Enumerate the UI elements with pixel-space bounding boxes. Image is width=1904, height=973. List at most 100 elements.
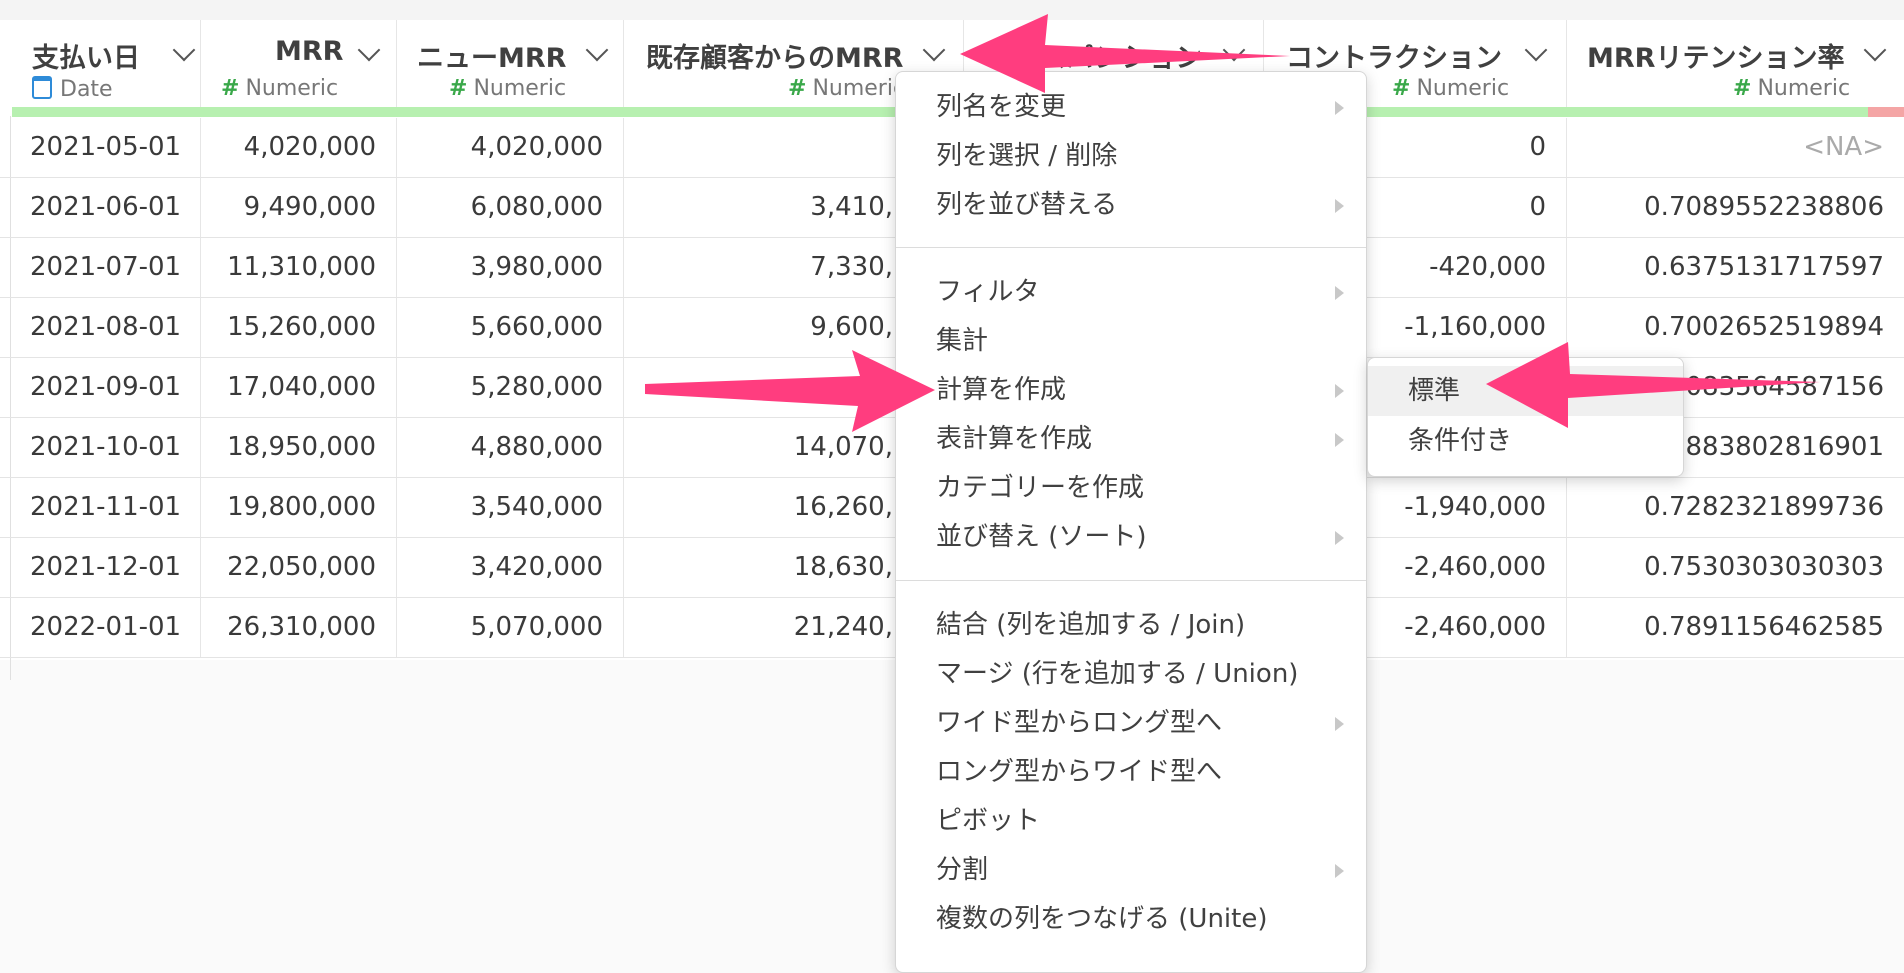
- menu-item-filter[interactable]: フィルタ: [896, 268, 1366, 317]
- menu-item-union[interactable]: マージ (行を追加する / Union): [896, 650, 1366, 699]
- column-type: #Numeric: [788, 76, 905, 101]
- menu-item-summarize[interactable]: 集計: [896, 317, 1366, 366]
- cell-mrr[interactable]: 4,020,000: [201, 118, 397, 177]
- cell-date[interactable]: 2021-06-01: [10, 178, 201, 237]
- column-name: エクスパンション: [986, 43, 1203, 74]
- column-type-label: Numeric: [1757, 76, 1851, 101]
- submenu-item-standard[interactable]: 標準: [1368, 366, 1683, 416]
- menu-item-pivot[interactable]: ピボット: [896, 797, 1366, 846]
- cell-new-mrr[interactable]: 4,880,000: [397, 418, 624, 477]
- menu-item-label: 列を並び替える: [936, 190, 1118, 220]
- column-header-new-mrr[interactable]: ニューMRR # Numeric: [397, 20, 624, 116]
- cell-new-mrr[interactable]: 6,080,000: [397, 178, 624, 237]
- column-type: #Numeric: [1733, 76, 1850, 101]
- chevron-down-icon[interactable]: [1222, 38, 1246, 62]
- submenu-arrow-icon: [1335, 717, 1344, 731]
- submenu-item-label: 条件付き: [1408, 426, 1513, 456]
- menu-item-create-calculation[interactable]: 計算を作成: [896, 366, 1366, 415]
- chevron-down-icon[interactable]: [357, 38, 381, 62]
- menu-item-long-to-wide[interactable]: ロング型からワイド型へ: [896, 748, 1366, 797]
- menu-item-label: 計算を作成: [936, 375, 1067, 405]
- cell-retention[interactable]: 0.7002652519894: [1567, 298, 1904, 357]
- cell-new-mrr[interactable]: 5,280,000: [397, 358, 624, 417]
- cell-new-mrr[interactable]: 4,020,000: [397, 118, 624, 177]
- cell-date[interactable]: 2021-05-01: [10, 118, 201, 177]
- menu-item-label: マージ (行を追加する / Union): [936, 659, 1299, 689]
- cell-mrr[interactable]: 15,260,000: [201, 298, 397, 357]
- cell-date[interactable]: 2022-01-01: [10, 598, 201, 657]
- menu-item-reorder-columns[interactable]: 列を並び替える: [896, 181, 1366, 230]
- menu-item-rename-column[interactable]: 列名を変更: [896, 83, 1366, 132]
- cell-new-mrr[interactable]: 3,420,000: [397, 538, 624, 597]
- chevron-down-icon[interactable]: [1524, 38, 1548, 62]
- submenu-arrow-icon: [1335, 433, 1344, 447]
- menu-item-label: 表計算を作成: [936, 424, 1093, 454]
- column-header-payment-date[interactable]: 支払い日 Date: [10, 20, 201, 116]
- cell-mrr[interactable]: 22,050,000: [201, 538, 397, 597]
- column-type: Date: [32, 76, 113, 102]
- column-type: #Numeric: [1392, 76, 1509, 101]
- column-name: MRR: [275, 36, 344, 67]
- cell-date[interactable]: 2021-08-01: [10, 298, 201, 357]
- cell-mrr[interactable]: 18,950,000: [201, 418, 397, 477]
- menu-item-label: 並び替え (ソート): [936, 522, 1147, 552]
- menu-item-join[interactable]: 結合 (列を追加する / Join): [896, 601, 1366, 650]
- menu-item-create-table-calculation[interactable]: 表計算を作成: [896, 415, 1366, 464]
- cell-retention[interactable]: 0.7891156462585: [1567, 598, 1904, 657]
- menu-item-separate[interactable]: 分割: [896, 846, 1366, 895]
- cell-date[interactable]: 2021-10-01: [10, 418, 201, 477]
- cell-retention[interactable]: 0.6375131717597: [1567, 238, 1904, 297]
- calendar-icon: [32, 76, 52, 99]
- menu-item-label: カテゴリーを作成: [936, 473, 1145, 503]
- cell-new-mrr[interactable]: 5,070,000: [397, 598, 624, 657]
- cell-mrr[interactable]: 19,800,000: [201, 478, 397, 537]
- menu-item-create-category[interactable]: カテゴリーを作成: [896, 464, 1366, 513]
- menu-item-unite[interactable]: 複数の列をつなげる (Unite): [896, 895, 1366, 944]
- cell-new-mrr[interactable]: 5,660,000: [397, 298, 624, 357]
- cell-date[interactable]: 2021-11-01: [10, 478, 201, 537]
- hash-icon: #: [221, 76, 240, 101]
- menu-item-select-delete-columns[interactable]: 列を選択 / 削除: [896, 132, 1366, 181]
- column-name: MRRリテンション率: [1587, 43, 1845, 74]
- menu-item-wide-to-long[interactable]: ワイド型からロング型へ: [896, 699, 1366, 748]
- menu-item-label: フィルタ: [936, 277, 1040, 307]
- column-name: コントラクション: [1286, 43, 1502, 74]
- chevron-down-icon[interactable]: [585, 38, 609, 62]
- cell-retention[interactable]: <NA>: [1567, 118, 1904, 177]
- menu-item-label: 結合 (列を追加する / Join): [936, 610, 1246, 640]
- cell-mrr[interactable]: 9,490,000: [201, 178, 397, 237]
- chevron-down-icon[interactable]: [1863, 38, 1887, 62]
- cell-retention[interactable]: 0.7282321899736: [1567, 478, 1904, 537]
- cell-mrr[interactable]: 11,310,000: [201, 238, 397, 297]
- column-type-label: Numeric: [1416, 76, 1510, 101]
- cell-mrr[interactable]: 17,040,000: [201, 358, 397, 417]
- menu-item-label: ピボット: [936, 806, 1041, 836]
- cell-retention[interactable]: 0.7530303030303: [1567, 538, 1904, 597]
- cell-date[interactable]: 2021-12-01: [10, 538, 201, 597]
- menu-separator: [896, 247, 1366, 248]
- cell-date[interactable]: 2021-09-01: [10, 358, 201, 417]
- column-name: 支払い日: [32, 43, 140, 74]
- submenu-arrow-icon: [1335, 531, 1344, 545]
- column-name: 既存顧客からのMRR: [646, 43, 904, 74]
- cell-mrr[interactable]: 26,310,000: [201, 598, 397, 657]
- column-type-label: Date: [60, 77, 113, 102]
- cell-new-mrr[interactable]: 3,540,000: [397, 478, 624, 537]
- cell-retention[interactable]: 0.7089552238806: [1567, 178, 1904, 237]
- submenu-item-conditional[interactable]: 条件付き: [1368, 416, 1683, 466]
- menu-item-label: 列名を変更: [936, 92, 1067, 122]
- chevron-down-icon[interactable]: [172, 38, 196, 62]
- column-header-retention[interactable]: MRRリテンション率 # Numeric: [1567, 20, 1904, 116]
- column-header-mrr[interactable]: MRR # Numeric: [201, 20, 397, 116]
- menu-item-label: 集計: [936, 326, 989, 356]
- cell-date[interactable]: 2021-07-01: [10, 238, 201, 297]
- submenu-arrow-icon: [1335, 864, 1344, 878]
- hash-icon: #: [788, 76, 807, 101]
- column-type-label: Numeric: [245, 76, 339, 101]
- cell-new-mrr[interactable]: 3,980,000: [397, 238, 624, 297]
- menu-item-label: ロング型からワイド型へ: [936, 757, 1223, 787]
- menu-item-sort[interactable]: 並び替え (ソート): [896, 513, 1366, 562]
- hash-icon: #: [1392, 76, 1411, 101]
- chevron-down-icon[interactable]: [922, 38, 946, 62]
- hash-icon: #: [449, 76, 468, 101]
